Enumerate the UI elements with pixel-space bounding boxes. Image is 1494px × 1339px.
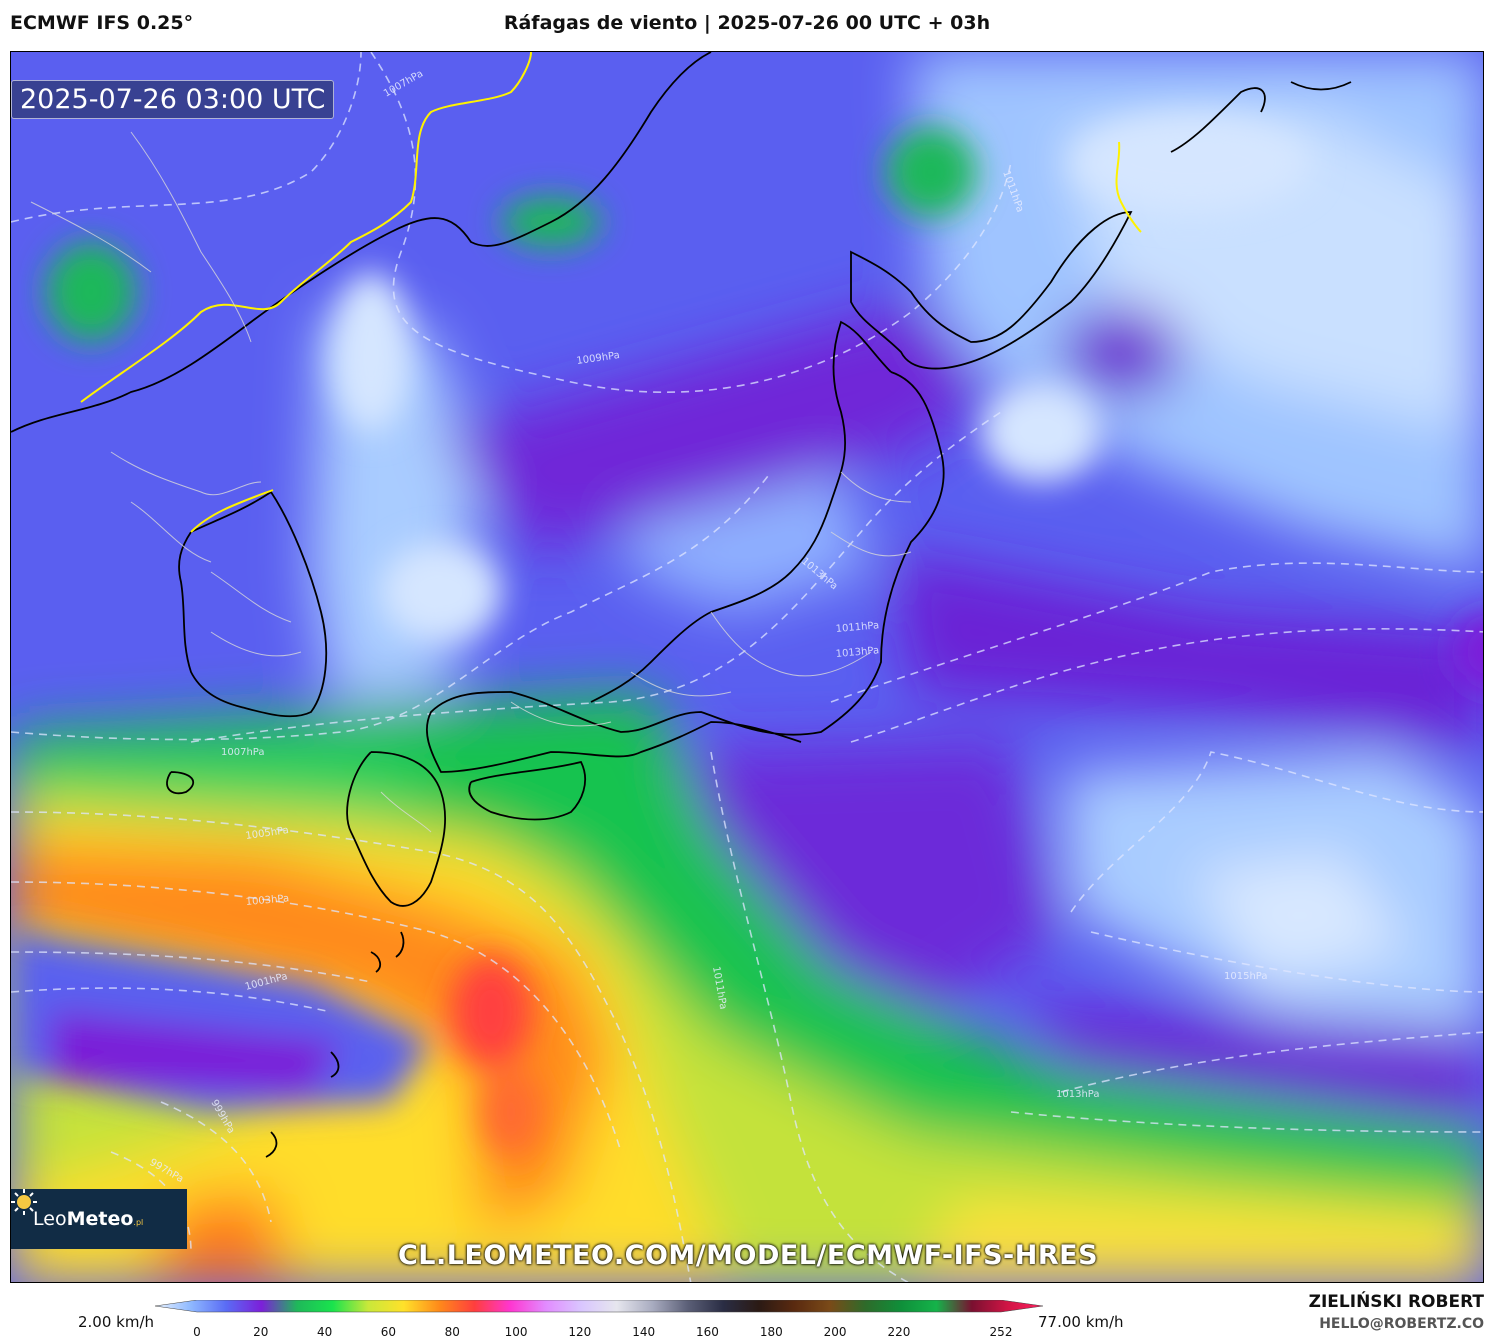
colorbar-bar [155, 1300, 1043, 1313]
author-name: ZIELIŃSKI ROBERT [1308, 1292, 1484, 1312]
colorbar-tick-label: 80 [444, 1325, 460, 1339]
colorbar-tick-label: 160 [696, 1325, 719, 1339]
colorbar-tick-label: 40 [316, 1325, 333, 1339]
valid-time-badge: 2025-07-26 03:00 UTC [11, 80, 335, 119]
colorbar-tick-label: 220 [887, 1325, 911, 1339]
colorbar [155, 1300, 1043, 1313]
colorbar-tick-label: 180 [759, 1325, 783, 1339]
model-url-watermark[interactable]: CL.LEOMETEO.COM/MODEL/ECMWF-IFS-HRES [11, 1240, 1483, 1271]
author-contact[interactable]: HELLO@ROBERTZ.CO [1319, 1316, 1484, 1332]
colorbar-tick-label: 0 [193, 1325, 201, 1339]
sun-icon [11, 1189, 37, 1215]
colorbar-tick-label: 200 [823, 1325, 847, 1339]
colorbar-tick-label: 20 [253, 1325, 269, 1339]
wind-gust-map[interactable]: 1007hPa 1011hPa 1009hPa 1013hPa 1011hPa … [10, 51, 1484, 1283]
isobar-label: 1013hPa [1056, 1089, 1100, 1100]
colorbar-tick-label: 60 [380, 1325, 397, 1339]
map-title: Ráfagas de viento | 2025-07-26 00 UTC + … [503, 12, 991, 34]
isobar-label: 1015hPa [1224, 971, 1268, 982]
logo-text: LeoMeteo.pl [33, 1208, 144, 1230]
colorbar-tick-label: 252 [989, 1325, 1013, 1339]
isobar-label: 1007hPa [221, 747, 265, 758]
colorbar-tick-label: 100 [504, 1325, 528, 1339]
map-canvas: 1007hPa 1011hPa 1009hPa 1013hPa 1011hPa … [11, 52, 1483, 1282]
legend-max-label: 77.00 km/h [1038, 1313, 1124, 1331]
legend-min-label: 2.00 km/h [78, 1313, 155, 1331]
colorbar-tick-label: 120 [568, 1325, 592, 1339]
colorbar-tick-label: 140 [632, 1325, 656, 1339]
